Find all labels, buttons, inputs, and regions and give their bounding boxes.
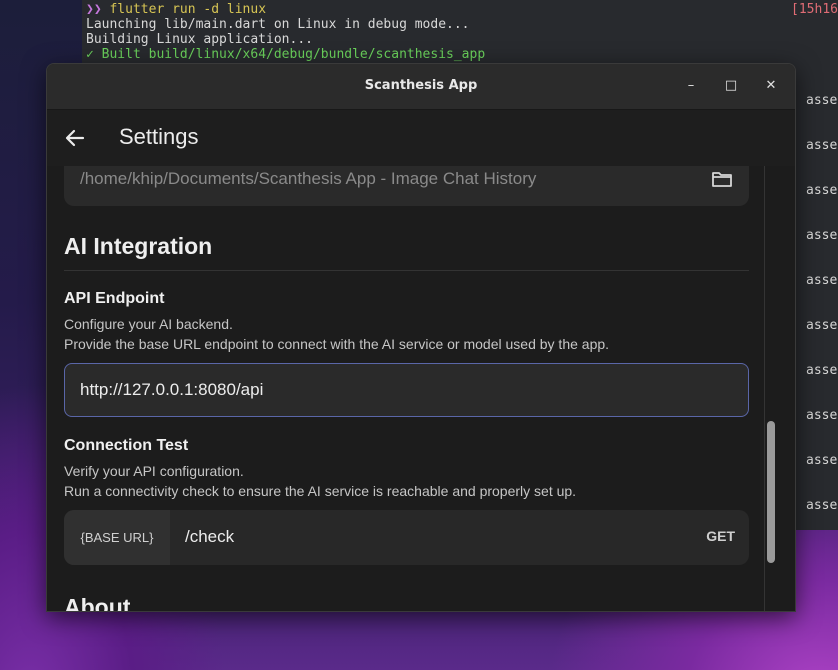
api-endpoint-desc-1: Configure your AI backend. <box>64 316 233 332</box>
close-button[interactable]: ✕ <box>761 76 781 96</box>
api-endpoint-value: http://127.0.0.1:8080/api <box>80 380 264 399</box>
terminal-command: flutter run -d linux <box>109 2 267 17</box>
connection-test-title: Connection Test <box>64 437 189 454</box>
back-button[interactable] <box>61 124 89 152</box>
terminal-asset-line: asse <box>806 273 838 288</box>
terminal-time-fragment: [15h16 <box>791 2 838 17</box>
check-mark-icon: ✓ <box>86 47 94 62</box>
api-endpoint-title: API Endpoint <box>64 290 165 307</box>
terminal-asset-line: asse <box>806 453 838 468</box>
storage-path-field[interactable]: /home/khip/Documents/Scanthesis App - Im… <box>64 166 749 206</box>
connection-test-row: {BASE URL} /check GET <box>64 510 749 565</box>
terminal-asset-line: asse <box>806 408 838 423</box>
app-bar: Settings <box>47 110 795 166</box>
api-endpoint-input[interactable]: http://127.0.0.1:8080/api <box>64 363 749 417</box>
check-path-input[interactable]: /check <box>185 527 234 547</box>
minimize-button[interactable]: – <box>681 76 701 96</box>
terminal-asset-line: asse <box>806 318 838 333</box>
terminal-command-line: ❯❯ flutter run -d linux <box>86 2 266 17</box>
base-url-prefix: {BASE URL} <box>64 510 170 565</box>
arrow-left-icon <box>65 129 85 147</box>
storage-path-value: /home/khip/Documents/Scanthesis App - Im… <box>80 169 537 188</box>
scrollbar-thumb[interactable] <box>767 421 775 563</box>
section-title-ai-integration: AI Integration <box>64 233 213 259</box>
page-title: Settings <box>119 124 199 149</box>
folder-icon <box>712 172 732 187</box>
section-title-about: About <box>64 594 131 611</box>
app-window: Scanthesis App – □ ✕ Settings /home/khip… <box>46 63 796 612</box>
get-request-button[interactable]: GET <box>706 528 735 544</box>
section-divider <box>64 270 749 271</box>
settings-content[interactable]: /home/khip/Documents/Scanthesis App - Im… <box>47 166 795 611</box>
terminal-built-line: ✓ Built build/linux/x64/debug/bundle/sca… <box>86 47 486 62</box>
terminal-output-line: Launching lib/main.dart on Linux in debu… <box>86 17 470 32</box>
terminal-asset-line: asse <box>806 138 838 153</box>
maximize-button[interactable]: □ <box>721 76 741 96</box>
terminal-asset-line: asse <box>806 93 838 108</box>
browse-folder-button[interactable] <box>711 169 733 189</box>
terminal-asset-line: asse <box>806 183 838 198</box>
terminal-output-line: Building Linux application... <box>86 32 313 47</box>
api-endpoint-desc-2: Provide the base URL endpoint to connect… <box>64 336 610 352</box>
terminal-asset-line: asse <box>806 363 838 378</box>
terminal-prompt: ❯❯ <box>86 2 102 17</box>
terminal-asset-line: asse <box>806 228 838 243</box>
connection-test-desc-1: Verify your API configuration. <box>64 463 244 479</box>
terminal-asset-line: asse <box>806 498 838 513</box>
connection-test-desc-2: Run a connectivity check to ensure the A… <box>64 483 577 499</box>
window-titlebar[interactable]: Scanthesis App – □ ✕ <box>47 64 795 110</box>
